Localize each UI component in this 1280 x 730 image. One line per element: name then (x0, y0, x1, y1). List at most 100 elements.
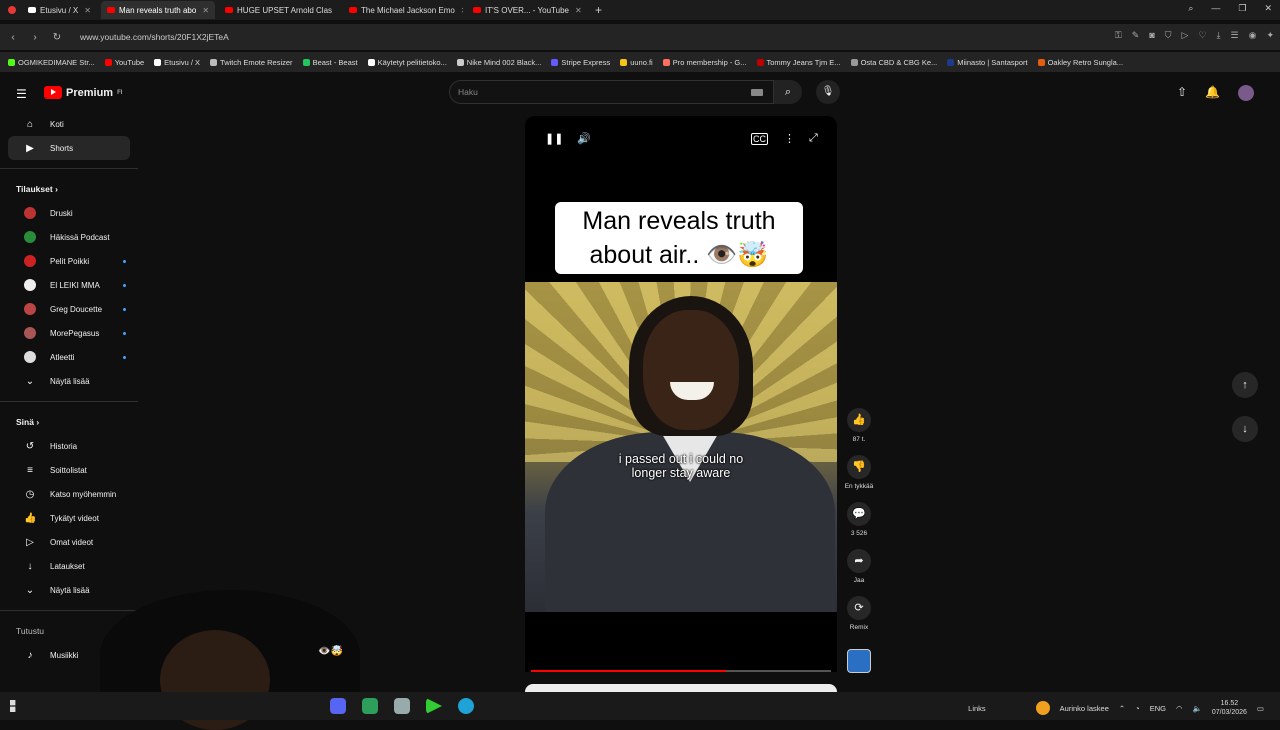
edit-icon[interactable]: ✎ (1132, 30, 1140, 41)
browser-tab[interactable]: Man reveals truth abo ✕ (100, 1, 216, 19)
ai-icon[interactable]: ✦ (1266, 30, 1274, 41)
bookmark-item[interactable]: Tommy Jeans Tjm E... (756, 58, 841, 67)
close-tab-icon[interactable]: ✕ (338, 6, 339, 15)
browser-tab[interactable]: The Michael Jackson Emo ✕ (343, 1, 463, 19)
share-action[interactable]: ➦ Jaa (841, 549, 877, 584)
subscription-item[interactable]: Greg Doucette (8, 297, 130, 321)
bookmark-item[interactable]: Osta CBD & CBG Ke... (850, 58, 937, 67)
close-tab-icon[interactable]: ✕ (202, 6, 209, 15)
chevron-up-icon[interactable]: ⌃ (1119, 704, 1125, 713)
app-shield-icon[interactable] (394, 698, 410, 714)
close-tab-icon[interactable]: ✕ (461, 6, 463, 15)
bookmark-item[interactable]: OGMIKEDIMANE Str... (8, 58, 95, 67)
sidebar-item-shorts[interactable]: ▶ Shorts (8, 136, 130, 160)
bookmark-item[interactable]: Miinasto | Santasport (947, 58, 1028, 67)
hamburger-menu-icon[interactable]: ☰ (16, 87, 27, 101)
menu-icon[interactable]: ☰ (1231, 30, 1239, 41)
app-play-icon[interactable] (426, 698, 442, 714)
sound-thumbnail[interactable] (847, 649, 871, 673)
bookmark-item[interactable]: Twitch Emote Resizer (210, 58, 293, 67)
browser-tab[interactable]: HUGE UPSET Arnold Clas ✕ (219, 1, 339, 19)
bookmark-item[interactable]: Pro membership - G... (662, 58, 747, 67)
subscriptions-heading[interactable]: Tilaukset › (0, 177, 138, 201)
network-icon[interactable]: ◔ (1135, 704, 1140, 713)
bookmark-item[interactable]: Nike Mind 002 Black... (456, 58, 541, 67)
bell-icon[interactable]: 🔔 (1205, 85, 1220, 101)
reload-icon[interactable]: ↻ (48, 32, 66, 43)
weather-label[interactable]: Aurinko laskee (1060, 704, 1109, 713)
maximize-icon[interactable]: ❐ (1238, 3, 1246, 14)
browser-tab[interactable]: Etusivu / X ✕ (22, 1, 97, 19)
wifi-icon[interactable]: ◠ (1176, 704, 1183, 713)
previous-short-button[interactable]: ↑ (1232, 372, 1258, 398)
bookmark-item[interactable]: uuno.fi (620, 58, 653, 67)
voice-search-button[interactable]: 🎙 (816, 80, 840, 104)
sidebar-item-you[interactable]: ↓ Lataukset (8, 554, 130, 578)
sidebar-item-you[interactable]: ◷ Katso myöhemmin (8, 482, 130, 506)
volume-icon[interactable]: 🔊 (577, 132, 591, 145)
speaker-icon[interactable]: 🔈 (1193, 704, 1202, 713)
sidebar-item-you[interactable]: ▷ Omat videot (8, 530, 130, 554)
like-action[interactable]: 👍 87 t. (841, 408, 877, 443)
close-window-icon[interactable]: ✕ (1264, 3, 1272, 14)
forward-icon[interactable]: › (26, 32, 44, 43)
search-tabs-icon[interactable]: ⌕ (1188, 3, 1193, 14)
shield-icon[interactable]: ⛉ (1165, 30, 1172, 41)
fullscreen-icon[interactable]: ⤢ (809, 132, 818, 145)
sidebar-item-you[interactable]: ↺ Historia (8, 434, 130, 458)
next-short-button[interactable]: ↓ (1232, 416, 1258, 442)
subscription-item[interactable]: Druski (8, 201, 130, 225)
bookmark-item[interactable]: Stripe Express (551, 58, 610, 67)
play-icon[interactable]: ▷ (1182, 30, 1189, 41)
edge-icon[interactable] (458, 698, 474, 714)
url-field[interactable]: www.youtube.com/shorts/20F1X2jETeA (80, 32, 229, 42)
sidebar-item-koti[interactable]: ⌂ Koti (8, 112, 130, 136)
sidebar-item-you[interactable]: ≡ Soittolistat (8, 458, 130, 482)
sidebar-item-you[interactable]: 👍 Tykätyt videot (8, 506, 130, 530)
download-icon[interactable]: ⤓ (1217, 30, 1221, 41)
back-icon[interactable]: ‹ (4, 32, 22, 43)
language-label[interactable]: ENG (1150, 704, 1166, 713)
dislike-action[interactable]: 👎 En tykkää (841, 455, 877, 490)
bookmark-item[interactable]: YouTube (104, 58, 144, 67)
discord-icon[interactable] (330, 698, 346, 714)
youtube-premium-logo[interactable]: Premium FI (44, 86, 122, 99)
clock[interactable]: 16.52 07/03/2026 (1212, 699, 1247, 717)
shorts-player[interactable]: ❚❚ 🔊 CC ⋮ ⤢ Man reveals truth about air.… (525, 116, 837, 672)
show-more-you[interactable]: ⌄ Näytä lisää (8, 578, 130, 602)
search-button[interactable]: ⌕ (774, 80, 802, 104)
windows-start-icon[interactable] (10, 700, 16, 712)
bookmark-item[interactable]: Käytetyt pelitietoko... (367, 58, 447, 67)
minimize-icon[interactable]: — (1211, 3, 1220, 14)
close-tab-icon[interactable]: ✕ (84, 6, 91, 15)
subscription-item[interactable]: MorePegasus (8, 321, 130, 345)
subscription-item[interactable]: Häkissä Podcast (8, 225, 130, 249)
links-label[interactable]: Links (968, 704, 986, 713)
subscription-item[interactable]: Atleetti (8, 345, 130, 369)
pause-icon[interactable]: ❚❚ (545, 132, 563, 145)
show-more-subscriptions[interactable]: ⌄ Näytä lisää (8, 369, 130, 393)
camera-icon[interactable]: ◙ (1149, 30, 1154, 41)
subscription-item[interactable]: El LEIKI MMA (8, 273, 130, 297)
avatar[interactable] (1238, 85, 1254, 101)
heart-icon[interactable]: ♡ (1198, 30, 1206, 41)
subscription-item[interactable]: Pelit Poikki (8, 249, 130, 273)
app-green-icon[interactable] (362, 698, 378, 714)
keyboard-icon[interactable] (751, 89, 763, 96)
opera-logo-icon[interactable] (8, 6, 16, 14)
you-heading[interactable]: Sinä › (0, 410, 138, 434)
search-input[interactable]: Haku (449, 80, 774, 104)
key-icon[interactable]: ⚿ (1115, 30, 1122, 41)
browser-tab[interactable]: IT'S OVER... - YouTube ✕ (467, 1, 587, 19)
notifications-icon[interactable]: ▭ (1257, 704, 1264, 713)
progress-bar[interactable] (531, 670, 831, 672)
new-tab-button[interactable]: + (595, 3, 602, 17)
comments-action[interactable]: 💬 3 526 (841, 502, 877, 537)
more-options-icon[interactable]: ⋮ (784, 132, 795, 145)
bookmark-item[interactable]: Oakley Retro Sungla... (1037, 58, 1123, 67)
close-tab-icon[interactable]: ✕ (575, 6, 582, 15)
captions-icon[interactable]: CC (751, 133, 768, 145)
upload-icon[interactable]: ⇧ (1177, 85, 1187, 101)
bookmark-item[interactable]: Etusivu / X (154, 58, 200, 67)
remix-action[interactable]: ⟳ Remix (841, 596, 877, 631)
